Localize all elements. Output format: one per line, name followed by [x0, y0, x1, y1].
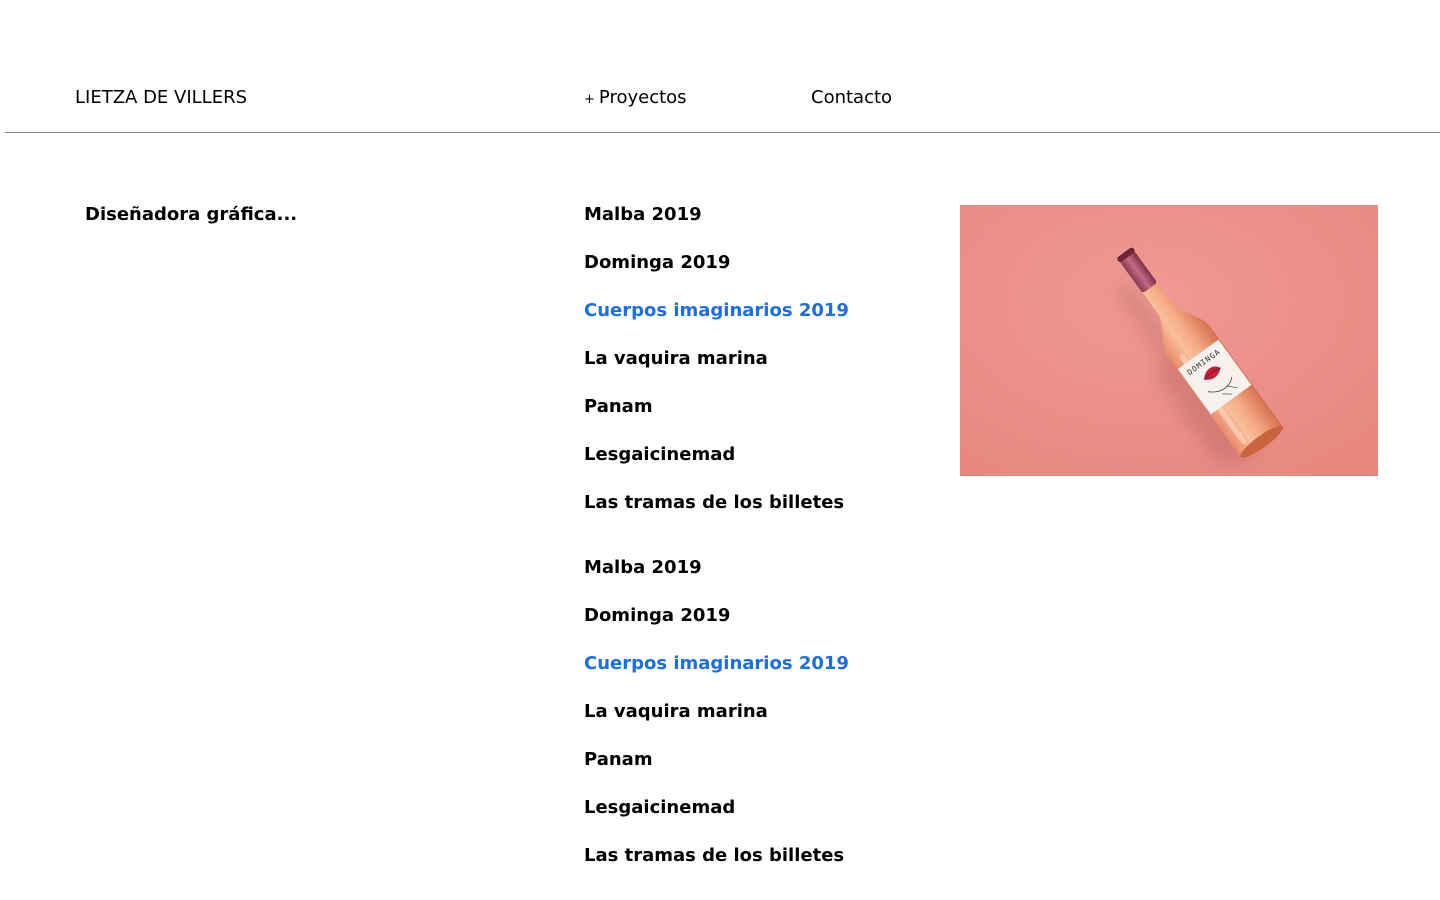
project-list-secondary: Malba 2019 Dominga 2019 Cuerpos imaginar…	[584, 556, 849, 892]
project-list-item: Panam	[584, 395, 849, 443]
project-list-item: Las tramas de los billetes	[584, 844, 849, 892]
project-link-vaquira-marina[interactable]: La vaquira marina	[584, 701, 768, 722]
project-link-dominga[interactable]: Dominga 2019	[584, 252, 730, 273]
project-list-item: Panam	[584, 748, 849, 796]
intro-tagline: Diseñadora gráfica...	[85, 204, 298, 225]
project-link-tramas-billetes[interactable]: Las tramas de los billetes	[584, 845, 844, 866]
project-list-item: Cuerpos imaginarios 2019	[584, 299, 849, 347]
header-divider	[5, 132, 1440, 133]
project-link-vaquira-marina[interactable]: La vaquira marina	[584, 348, 768, 369]
project-link-cuerpos-imaginarios[interactable]: Cuerpos imaginarios 2019	[584, 300, 849, 321]
project-list-item: Dominga 2019	[584, 251, 849, 299]
project-list-item: Lesgaicinemad	[584, 796, 849, 844]
project-list-item: Malba 2019	[584, 556, 849, 604]
project-link-lesgaicinemad[interactable]: Lesgaicinemad	[584, 797, 735, 818]
project-link-dominga[interactable]: Dominga 2019	[584, 605, 730, 626]
nav-projects-link[interactable]: + Proyectos	[584, 86, 687, 112]
project-link-panam[interactable]: Panam	[584, 749, 653, 770]
project-list-item: Las tramas de los billetes	[584, 491, 849, 539]
project-list-primary: Malba 2019 Dominga 2019 Cuerpos imaginar…	[584, 203, 849, 539]
project-link-malba[interactable]: Malba 2019	[584, 557, 702, 578]
project-list-item: Lesgaicinemad	[584, 443, 849, 491]
project-link-malba[interactable]: Malba 2019	[584, 204, 702, 225]
project-list-item: La vaquira marina	[584, 347, 849, 395]
project-list-item: Cuerpos imaginarios 2019	[584, 652, 849, 700]
wine-bottle-image: DOMINGA	[960, 205, 1378, 476]
nav-projects-label: Proyectos	[598, 87, 687, 108]
project-list-item: Malba 2019	[584, 203, 849, 251]
project-list-item: La vaquira marina	[584, 700, 849, 748]
plus-icon: +	[584, 92, 595, 107]
site-logo[interactable]: LIETZA DE VILLERS	[75, 86, 247, 110]
project-link-lesgaicinemad[interactable]: Lesgaicinemad	[584, 444, 735, 465]
project-link-panam[interactable]: Panam	[584, 396, 653, 417]
project-link-tramas-billetes[interactable]: Las tramas de los billetes	[584, 492, 844, 513]
project-preview-image[interactable]: DOMINGA	[960, 205, 1378, 476]
project-link-cuerpos-imaginarios[interactable]: Cuerpos imaginarios 2019	[584, 653, 849, 674]
page: LIETZA DE VILLERS + Proyectos Contacto Di…	[0, 0, 1440, 900]
project-list-item: Dominga 2019	[584, 604, 849, 652]
nav-contact-link[interactable]: Contacto	[811, 86, 892, 110]
